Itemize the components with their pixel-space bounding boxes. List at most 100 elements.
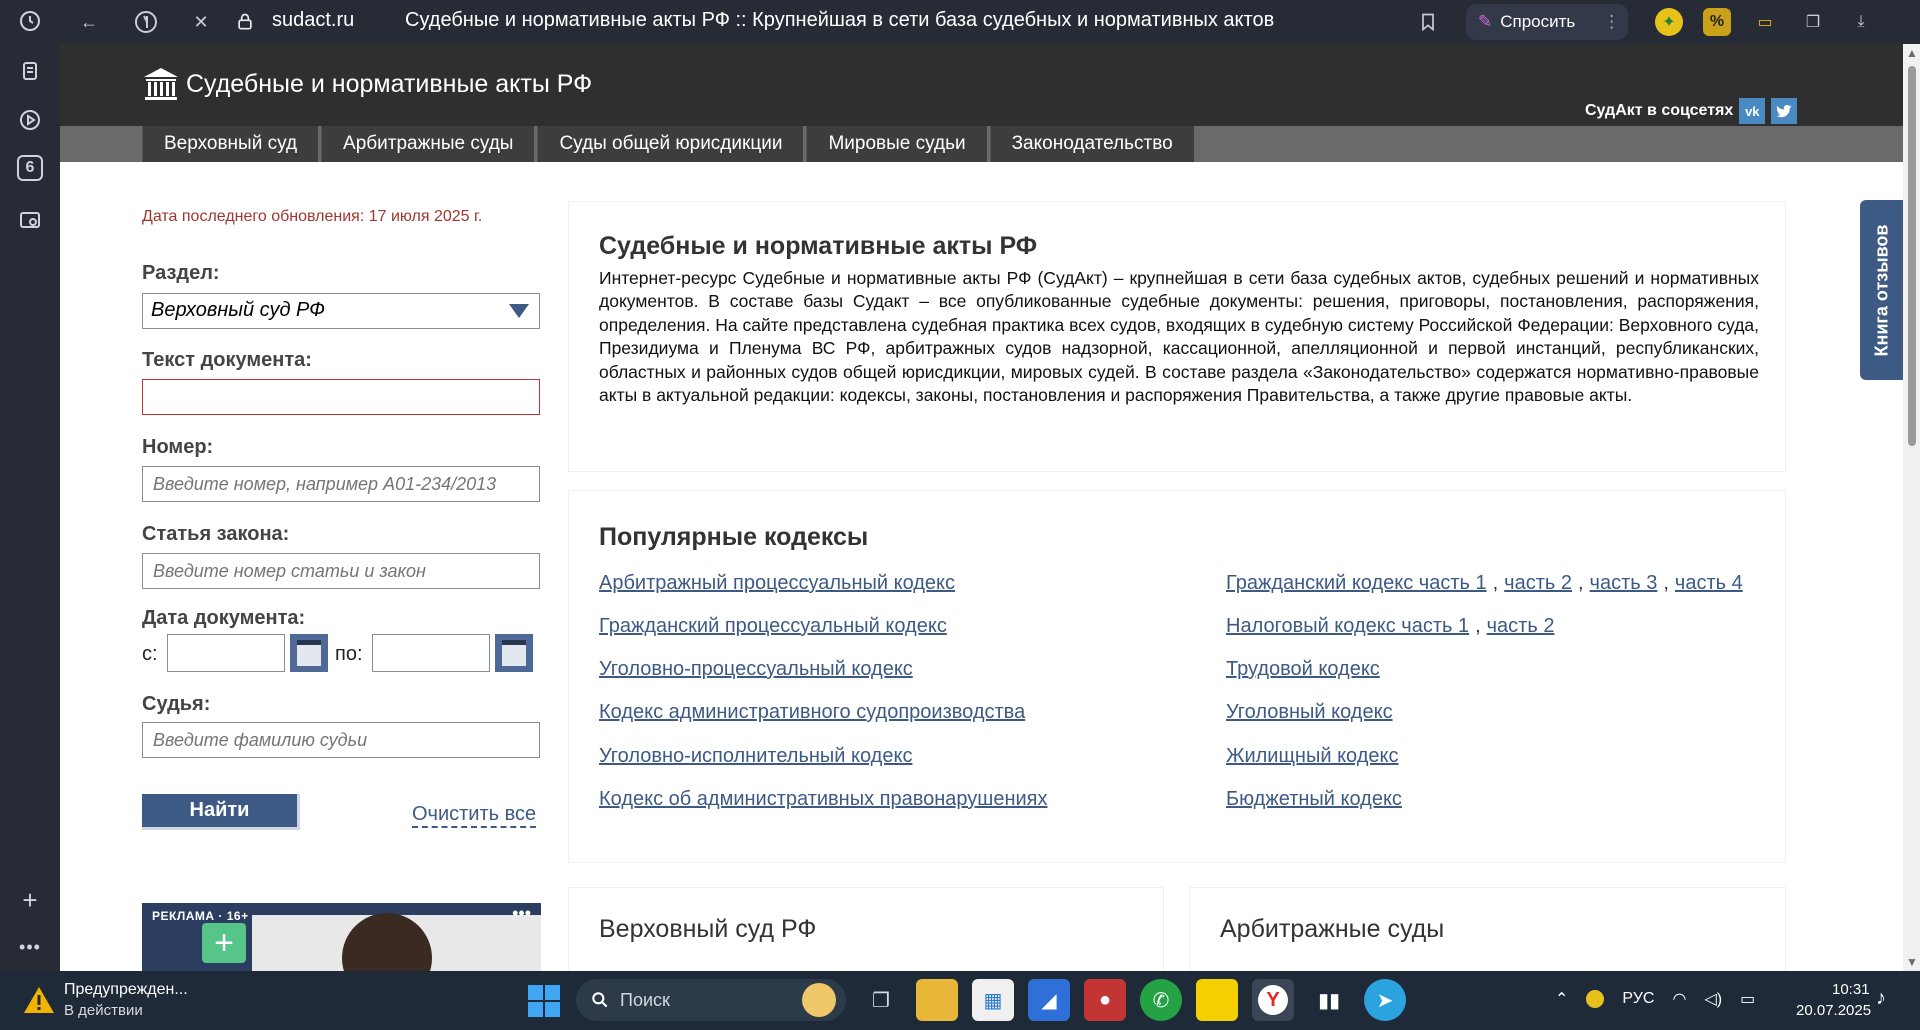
page-scrollbar[interactable]: ▲ ▼ (1903, 44, 1920, 971)
clear-all-link[interactable]: Очистить все (412, 803, 537, 828)
lock-icon[interactable] (230, 7, 260, 37)
code-link[interactable]: Арбитражный процессуальный кодекс (599, 572, 955, 595)
show-hidden-icon[interactable]: ⌃ (1555, 989, 1568, 1009)
video-icon[interactable] (15, 105, 45, 135)
recorder-icon[interactable]: ● (1084, 979, 1126, 1021)
telegram-icon[interactable]: ➤ (1364, 979, 1406, 1021)
ad-banner[interactable]: + РЕКЛАМА · 16+ ••• (142, 903, 541, 971)
civil-code-part2-link[interactable]: часть 2 (1504, 572, 1572, 594)
battery-icon[interactable]: ▭ (1740, 989, 1755, 1009)
section-select[interactable]: Верховный суд РФ (142, 293, 540, 329)
screenshot-icon[interactable] (15, 205, 45, 235)
date-from-input[interactable] (167, 634, 285, 672)
calendar-from-icon[interactable] (290, 634, 328, 672)
nav-general-courts[interactable]: Суды общей юрисдикции (537, 126, 807, 162)
reading-list-icon[interactable]: ❐ (1799, 8, 1827, 36)
code-link[interactable]: Кодекс административного судопроизводств… (599, 701, 1025, 724)
badge-icon[interactable]: 6 (17, 155, 43, 181)
civil-code-part3-link[interactable]: часть 3 (1590, 572, 1658, 594)
weather-icon (802, 983, 836, 1017)
twitter-icon[interactable] (1771, 98, 1798, 124)
feedback-tab[interactable]: Книга отзывов (1860, 200, 1903, 380)
discount-icon[interactable]: % (1703, 8, 1731, 36)
notification-bell-icon[interactable]: ♪ (1876, 987, 1886, 1010)
volume-icon[interactable]: ◁) (1704, 989, 1722, 1009)
wifi-icon[interactable]: ◠ (1672, 989, 1686, 1009)
search-button[interactable]: Найти (142, 794, 300, 830)
article-label: Статья закона: (142, 523, 290, 545)
page-viewport: Судебные и нормативные акты РФ СудАкт в … (60, 44, 1903, 971)
stats-app-icon[interactable]: ▮▮ (1308, 979, 1350, 1021)
code-link[interactable]: Уголовно-процессуальный кодекс (599, 658, 913, 681)
dropdown-arrow-icon (509, 304, 529, 318)
nav-magistrates[interactable]: Мировые судьи (806, 126, 990, 162)
task-view-icon[interactable]: ❐ (860, 979, 902, 1021)
dashboard-app-icon[interactable]: ◢ (1028, 979, 1070, 1021)
clock-time[interactable]: 10:31 (1832, 981, 1870, 998)
nav-supreme-court[interactable]: Верховный суд (142, 126, 322, 162)
stop-loading-icon[interactable]: ✕ (186, 7, 216, 37)
code-link[interactable]: Жилищный кодекс (1226, 745, 1399, 768)
code-link[interactable]: Гражданский процессуальный кодекс (599, 615, 947, 638)
separator: , (1492, 572, 1499, 594)
date-to-label: по: (335, 643, 363, 665)
address-domain[interactable]: sudact.ru (272, 9, 354, 32)
document-text-input[interactable] (142, 379, 540, 415)
download-icon[interactable]: ⤓ (1847, 8, 1875, 36)
yandex-browser-icon[interactable]: Y (1252, 979, 1294, 1021)
store-icon[interactable]: ▦ (972, 979, 1014, 1021)
whatsapp-icon[interactable]: ✆ (1140, 979, 1182, 1021)
page-title-in-address[interactable]: Судебные и нормативные акты РФ :: Крупне… (405, 9, 1274, 32)
scroll-up-icon[interactable]: ▲ (1906, 46, 1918, 60)
civil-code-part4-link[interactable]: часть 4 (1675, 572, 1743, 594)
clock-date[interactable]: 20.07.2025 (1796, 1002, 1871, 1019)
code-link[interactable]: Бюджетный кодекс (1226, 788, 1402, 811)
ask-menu-icon[interactable]: ⋮ (1603, 12, 1620, 32)
social-block: СудАкт в соцсетях vk (1585, 98, 1798, 124)
warning-subtitle: В действии (64, 1002, 143, 1019)
code-link[interactable]: Уголовный кодекс (1226, 701, 1393, 724)
nav-legislation[interactable]: Законодательство (989, 126, 1197, 162)
more-icon[interactable]: ••• (15, 932, 45, 962)
date-to-input[interactable] (372, 634, 490, 672)
article-input[interactable] (142, 553, 540, 589)
language-indicator[interactable]: РУС (1622, 990, 1654, 1008)
civil-code-part1-link[interactable]: Гражданский кодекс часть 1 (1226, 572, 1487, 594)
back-icon[interactable]: ← (74, 7, 104, 37)
ad-menu-icon[interactable]: ••• (512, 903, 531, 924)
scroll-down-icon[interactable]: ▼ (1906, 955, 1918, 969)
history-icon[interactable] (15, 6, 45, 36)
tax-code-part2-link[interactable]: часть 2 (1487, 615, 1555, 637)
ask-button[interactable]: ✎ Спросить ⋮ (1466, 4, 1628, 40)
separator: , (1663, 572, 1669, 594)
code-link[interactable]: Кодекс об административных правонарушени… (599, 788, 1048, 811)
codes-heading: Популярные кодексы (599, 523, 869, 551)
nav-arbitration-courts[interactable]: Арбитражные суды (321, 126, 538, 162)
warning-title[interactable]: Предупрежден... (64, 981, 188, 999)
sticky-notes-icon[interactable] (1196, 979, 1238, 1021)
extension-icon[interactable]: ✦ (1655, 8, 1683, 36)
code-link[interactable]: Уголовно-исполнительный кодекс (599, 745, 912, 768)
alice-icon: ✎ (1478, 12, 1493, 31)
site-logo[interactable]: Судебные и нормативные акты РФ (142, 66, 592, 102)
date-from-label: с: (142, 643, 158, 665)
add-panel-icon[interactable]: + (15, 885, 45, 915)
code-link[interactable]: Трудовой кодекс (1226, 658, 1380, 681)
calendar-to-icon[interactable] (495, 634, 533, 672)
about-panel: Судебные и нормативные акты РФ Интернет-… (568, 201, 1786, 472)
taskbar-search[interactable]: Поиск (576, 979, 846, 1021)
browser-titlebar: ← ✕ sudact.ru Судебные и нормативные акт… (60, 0, 1920, 44)
judge-input[interactable] (142, 722, 540, 758)
file-explorer-icon[interactable] (916, 979, 958, 1021)
vk-icon[interactable]: vk (1739, 98, 1766, 124)
scroll-thumb[interactable] (1908, 66, 1916, 446)
number-input[interactable] (142, 466, 540, 502)
collections-icon[interactable] (15, 56, 45, 86)
tray-app-icon[interactable] (1586, 990, 1605, 1008)
yandex-logo-icon[interactable] (131, 7, 161, 37)
bookmark-icon[interactable] (1413, 7, 1443, 37)
warning-icon[interactable] (23, 985, 55, 1015)
battery-saver-icon[interactable]: ▭ (1751, 8, 1779, 36)
tax-code-part1-link[interactable]: Налоговый кодекс часть 1 (1226, 615, 1469, 637)
windows-start-icon[interactable] (528, 985, 560, 1017)
